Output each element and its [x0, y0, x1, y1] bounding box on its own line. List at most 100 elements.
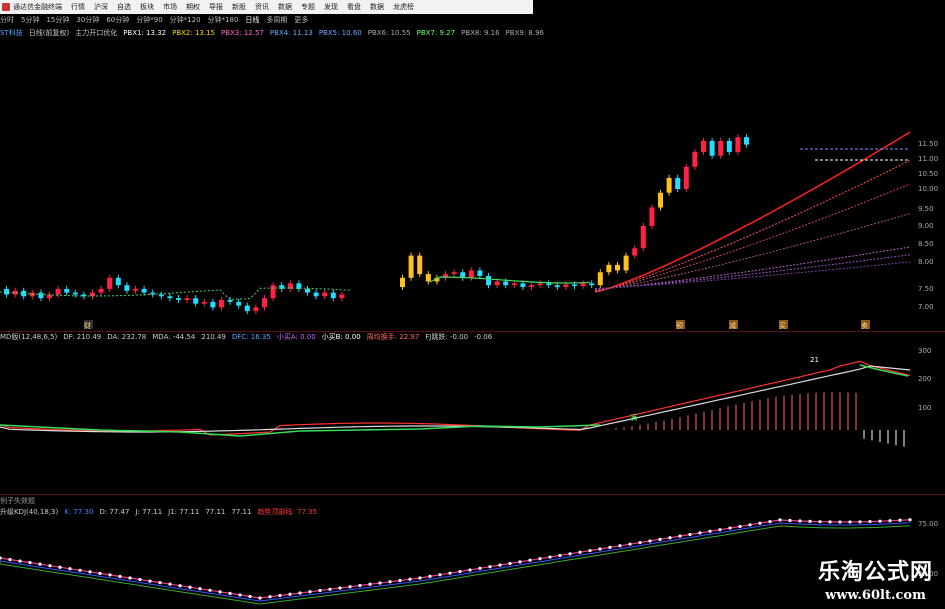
- kdj-point: [548, 555, 552, 559]
- candle-body: [305, 288, 310, 293]
- macd-signal-line: [859, 364, 909, 377]
- kdj-point: [188, 585, 192, 589]
- candle-body: [417, 255, 423, 275]
- kdj-point: [818, 520, 822, 524]
- kdj-point: [38, 562, 42, 566]
- candle-body: [236, 301, 242, 306]
- kdj-point: [628, 542, 632, 546]
- kdj-point: [228, 591, 232, 595]
- kdj-point: [768, 520, 772, 524]
- candle-body: [675, 177, 681, 189]
- moving-average-line: [594, 254, 911, 290]
- kdj-point: [458, 569, 462, 574]
- kdj-point: [718, 528, 722, 532]
- macd-marker-label: 满: [630, 413, 637, 422]
- kdj-point: [758, 521, 762, 525]
- candle-body: [572, 284, 577, 286]
- candle-body: [546, 283, 552, 286]
- candle-body: [227, 300, 233, 302]
- kdj-point: [638, 540, 642, 545]
- candle-body: [313, 292, 319, 297]
- kdj-point: [358, 583, 362, 588]
- candle-body: [107, 277, 113, 289]
- candle-body: [640, 226, 646, 249]
- candle-body: [649, 207, 655, 226]
- candle-body: [683, 166, 689, 189]
- stock-chart-canvas[interactable]: 财 预 减 买 卖 21 满: [0, 0, 945, 609]
- kdj-point: [698, 531, 702, 535]
- candle-body: [322, 292, 328, 297]
- candle-body: [486, 275, 491, 286]
- kdj-point: [898, 518, 902, 522]
- kdj-point: [858, 520, 862, 524]
- kdj-point: [208, 588, 212, 592]
- kdj-point: [408, 577, 412, 581]
- candle-body: [158, 294, 164, 297]
- macd-marker-label: 21: [810, 356, 819, 364]
- kdj-point: [158, 581, 162, 585]
- kdj-point: [568, 552, 572, 556]
- kdj-point: [378, 581, 382, 585]
- moving-average-line: [0, 287, 351, 300]
- candle-body: [55, 288, 61, 295]
- kdj-point: [578, 550, 582, 554]
- candle-body: [244, 305, 250, 312]
- kdj-point: [708, 529, 712, 533]
- macd-dea-line: [0, 365, 911, 433]
- kdj-point: [58, 565, 62, 569]
- kdj-point: [128, 576, 132, 580]
- kdj-point: [148, 579, 152, 583]
- candle-body: [124, 285, 130, 291]
- macd-dif-line: [0, 360, 911, 436]
- kdj-point: [28, 561, 32, 565]
- kdj-point: [558, 553, 562, 558]
- candle-body: [133, 288, 138, 291]
- moving-average-line: [594, 213, 911, 291]
- candle-body: [408, 255, 414, 278]
- kdj-point: [848, 520, 852, 524]
- kdj-point: [468, 568, 472, 572]
- candle-body: [253, 307, 259, 312]
- kdj-point: [798, 519, 802, 523]
- kdj-point: [418, 576, 422, 580]
- kdj-point: [598, 547, 602, 551]
- candle-body: [709, 140, 715, 156]
- kdj-point: [728, 526, 732, 530]
- watermark: 乐淘公式网 www.60lt.com: [818, 554, 933, 603]
- candle-body: [451, 272, 457, 275]
- kdj-point: [68, 567, 72, 571]
- kdj-point: [808, 519, 812, 523]
- kdj-point: [838, 520, 842, 524]
- watermark-url: www.60lt.com: [825, 588, 926, 603]
- kdj-point: [828, 520, 832, 524]
- candle-body: [597, 272, 603, 286]
- kdj-point: [348, 585, 352, 589]
- kdj-point: [678, 534, 682, 538]
- candle-body: [580, 283, 586, 286]
- candle-body: [744, 137, 749, 145]
- kdj-point: [498, 563, 502, 567]
- candle-body: [692, 152, 698, 167]
- kdj-point: [138, 577, 142, 582]
- candle-body: [141, 288, 147, 293]
- kdj-point: [518, 560, 522, 564]
- kdj-point: [218, 590, 222, 594]
- candle-body: [64, 288, 70, 293]
- candle-body: [718, 140, 724, 156]
- candle-body: [330, 292, 336, 299]
- candle-body: [38, 292, 44, 299]
- candle-body: [511, 283, 517, 286]
- kdj-point: [328, 587, 332, 591]
- kdj-point: [908, 518, 912, 522]
- candle-body: [666, 177, 672, 193]
- candle-body: [735, 137, 741, 152]
- kdj-point: [8, 557, 12, 562]
- candle-body: [219, 300, 224, 308]
- candle-body: [554, 285, 560, 288]
- kdj-point: [388, 580, 392, 584]
- kdj-point: [178, 584, 182, 588]
- kdj-point: [278, 593, 282, 598]
- candle-body: [537, 283, 543, 286]
- candle-body: [632, 248, 638, 256]
- candle-body: [563, 284, 569, 288]
